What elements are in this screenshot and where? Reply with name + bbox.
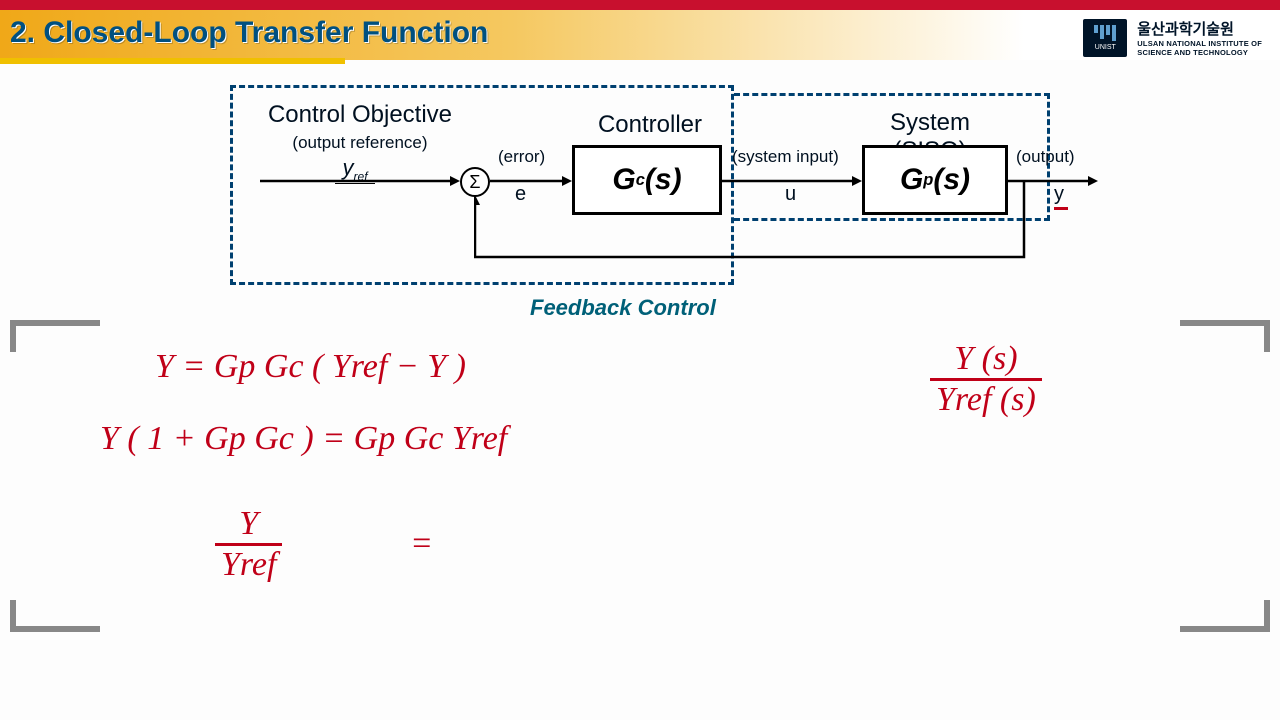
y-underline-mark: [1054, 207, 1068, 210]
eq3-numerator: Y: [233, 505, 264, 543]
rhs-numerator: Y (s): [948, 340, 1023, 378]
controller-label: Controller: [575, 111, 725, 139]
feedback-path: [474, 181, 1030, 271]
slide-title: 2. Closed-Loop Transfer Function: [10, 16, 488, 50]
logo-korean: 울산과학기술원: [1137, 18, 1262, 39]
handwriting-eq3-equals: =: [410, 525, 433, 563]
logo-english-1: ULSAN NATIONAL INSTITUTE OF: [1137, 39, 1262, 48]
arrow-yref-to-sum: [260, 173, 460, 193]
system-input-label: (system input): [732, 147, 839, 167]
logo-mark: UNIST: [1083, 19, 1127, 57]
bracket-tl: [10, 320, 100, 352]
output-reference-label: (output reference): [260, 133, 460, 153]
bracket-tr: [1180, 320, 1270, 352]
bracket-br: [1180, 600, 1270, 632]
bracket-bl: [10, 600, 100, 632]
logo-mark-text: UNIST: [1095, 44, 1116, 51]
handwriting-eq1: Y = Gp Gc ( Yref − Y ): [155, 348, 466, 386]
error-label: (error): [498, 147, 545, 167]
control-objective-label: Control Objective: [260, 101, 460, 129]
logo-english-2: SCIENCE AND TECHNOLOGY: [1137, 48, 1262, 57]
rhs-denominator: Yref (s): [930, 378, 1042, 419]
red-top-stripe: [0, 0, 1280, 10]
handwriting-eq2: Y ( 1 + Gp Gc ) = Gp Gc Yref: [100, 420, 507, 458]
block-diagram: Control Objective (output reference) yre…: [230, 85, 1050, 295]
title-underline: [0, 58, 345, 64]
output-label: (output): [1016, 147, 1075, 167]
handwriting-eq3-lhs: Y Yref: [215, 505, 282, 584]
feedback-control-label: Feedback Control: [530, 295, 716, 321]
institution-logo: UNIST 울산과학기술원 ULSAN NATIONAL INSTITUTE O…: [1083, 18, 1262, 57]
eq3-denominator: Yref: [215, 543, 282, 584]
handwriting-rhs-fraction: Y (s) Yref (s): [930, 340, 1042, 419]
